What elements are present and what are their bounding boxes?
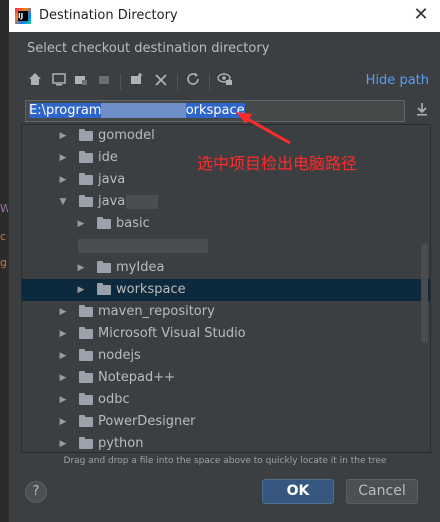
expand-arrow-icon[interactable]: ▶	[58, 433, 68, 452]
background-editor-strip: W c g	[0, 0, 8, 522]
tree-row[interactable]: ▶ maven_repository	[22, 301, 430, 323]
intellij-icon: IJ	[15, 8, 31, 24]
tree-row-selected[interactable]: ▶ workspace	[22, 279, 430, 301]
expand-arrow-icon[interactable]: ▶	[76, 213, 86, 235]
folder-icon	[97, 283, 111, 295]
folder-icon	[79, 151, 93, 163]
toolbar-separator	[120, 74, 121, 90]
tree-row[interactable]: ▶ nodejs	[22, 345, 430, 367]
folder-icon	[79, 371, 93, 383]
destination-directory-dialog: IJ Destination Directory ✕ Select checko…	[8, 0, 440, 522]
toolbar: Hide path	[25, 70, 433, 94]
hide-path-link[interactable]: Hide path	[366, 73, 429, 88]
tree-row[interactable]: ▶ Notepad++	[22, 367, 430, 389]
expand-arrow-icon[interactable]: ▶	[58, 301, 68, 323]
tree-label: Notepad++	[98, 370, 176, 385]
close-icon[interactable]: ✕	[411, 5, 431, 25]
path-start: E:\program	[29, 103, 102, 118]
redacted-text	[126, 195, 158, 209]
expand-arrow-icon[interactable]: ▶	[58, 323, 68, 345]
editor-fragment: g	[0, 257, 7, 269]
path-row: E:\programxxxxxxxxxxxorkspace	[25, 100, 433, 124]
tree-row[interactable]: ▶ python	[22, 433, 430, 452]
cancel-button[interactable]: Cancel	[346, 479, 418, 504]
folder-icon	[97, 261, 111, 273]
tree-row-redacted[interactable]	[22, 235, 430, 257]
ok-button[interactable]: OK	[262, 479, 334, 504]
redacted-text	[78, 239, 208, 253]
show-hidden-icon[interactable]	[215, 72, 235, 92]
tree-row[interactable]: ▶ odbc	[22, 389, 430, 411]
expand-arrow-icon[interactable]: ▶	[58, 389, 68, 411]
tree-label: java	[98, 194, 126, 209]
folder-icon	[79, 349, 93, 361]
path-end: orkspace	[185, 103, 245, 118]
annotation-text: 选中项目检出电脑路径	[197, 154, 358, 173]
toolbar-separator	[209, 74, 210, 90]
expand-arrow-icon[interactable]: ▶	[58, 169, 68, 191]
folder-icon	[79, 195, 93, 207]
desktop-icon[interactable]	[49, 72, 69, 92]
expand-arrow-icon[interactable]: ▶	[58, 147, 68, 169]
tree-label: odbc	[98, 392, 130, 407]
expand-arrow-icon[interactable]: ▶	[76, 279, 86, 301]
folder-icon	[79, 437, 93, 449]
tree-label: ide	[98, 150, 118, 165]
expand-arrow-icon[interactable]: ▶	[58, 345, 68, 367]
project-icon[interactable]	[71, 72, 91, 92]
path-redacted: xxxxxxxxxxx	[101, 103, 186, 118]
tree-label: PowerDesigner	[98, 414, 196, 429]
title-bar: IJ Destination Directory ✕	[9, 0, 440, 32]
expand-arrow-icon[interactable]: ▶	[58, 411, 68, 433]
tree-label: workspace	[116, 282, 186, 297]
refresh-icon[interactable]	[183, 72, 203, 92]
new-folder-icon[interactable]	[127, 72, 147, 92]
expand-arrow-icon[interactable]: ▶	[76, 257, 86, 279]
folder-icon	[97, 217, 111, 229]
folder-icon	[79, 393, 93, 405]
tree-label: basic	[116, 216, 150, 231]
toolbar-separator	[177, 74, 178, 90]
folder-icon	[79, 305, 93, 317]
editor-fragment: c	[0, 231, 7, 243]
tree-label: Microsoft Visual Studio	[98, 326, 246, 341]
tree-scrollbar[interactable]	[421, 243, 428, 343]
expand-arrow-icon[interactable]: ▶	[58, 125, 68, 147]
tree-label: nodejs	[98, 348, 141, 363]
tree-row[interactable]: ▶ myIdea	[22, 257, 430, 279]
tree-label: java	[98, 172, 126, 187]
tree-label: myIdea	[116, 260, 165, 275]
tree-row[interactable]: ▼ java	[22, 191, 430, 213]
tree-label: gomodel	[98, 128, 155, 143]
collapse-arrow-icon[interactable]: ▼	[58, 191, 68, 213]
editor-fragment: W	[0, 203, 8, 215]
module-icon[interactable]	[95, 72, 115, 92]
home-icon[interactable]	[25, 72, 45, 92]
folder-icon	[79, 327, 93, 339]
tree-row[interactable]: ▶ basic	[22, 213, 430, 235]
dialog-heading: Select checkout destination directory	[27, 41, 270, 56]
folder-icon	[79, 173, 93, 185]
folder-icon	[79, 129, 93, 141]
expand-arrow-icon[interactable]: ▶	[58, 367, 68, 389]
drag-drop-hint: Drag and drop a file into the space abov…	[63, 456, 387, 466]
tree-row[interactable]: ▶ gomodel	[22, 125, 430, 147]
download-icon[interactable]	[413, 102, 431, 120]
path-input[interactable]: E:\programxxxxxxxxxxxorkspace	[25, 100, 405, 122]
path-selected-text: E:\programxxxxxxxxxxxorkspace	[29, 103, 245, 118]
tree-row[interactable]: ▶ PowerDesigner	[22, 411, 430, 433]
folder-icon	[79, 415, 93, 427]
tree-label: python	[98, 436, 144, 451]
help-button[interactable]: ?	[25, 481, 47, 503]
tree-label: maven_repository	[98, 304, 215, 319]
tree-row[interactable]: ▶ Microsoft Visual Studio	[22, 323, 430, 345]
delete-icon[interactable]	[151, 72, 171, 92]
window-title: Destination Directory	[39, 8, 178, 23]
